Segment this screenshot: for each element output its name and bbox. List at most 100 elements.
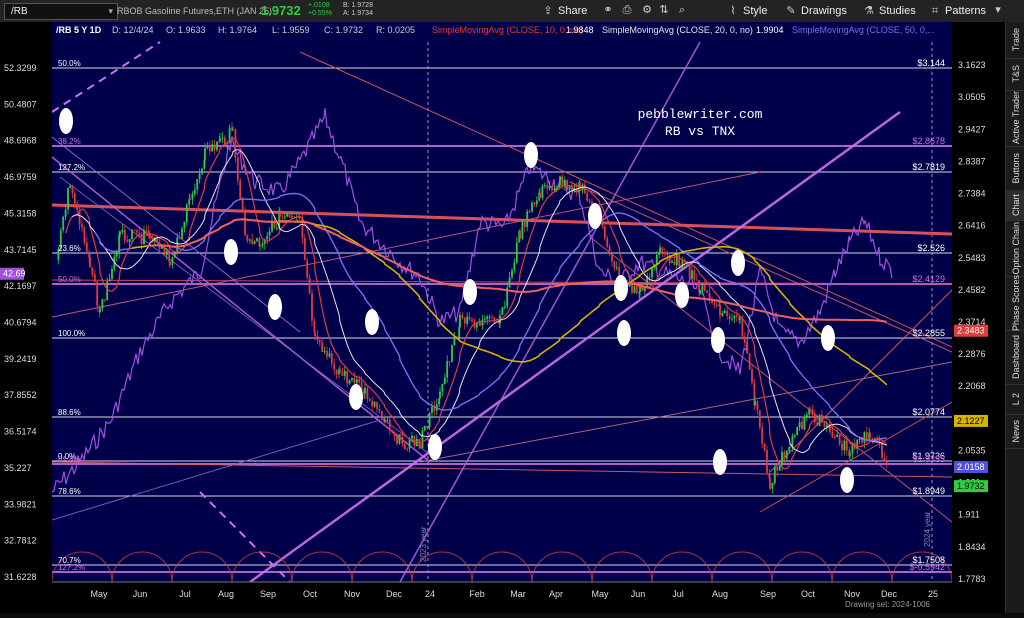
candle-body (283, 216, 286, 218)
sync-icon[interactable]: ⇅ (656, 2, 672, 19)
candle-body (459, 315, 461, 328)
symbol-input[interactable]: /RB ▾ (4, 3, 118, 20)
candle-body (201, 168, 203, 174)
candle-body (275, 227, 278, 229)
candle-body (508, 277, 511, 288)
chart-canvas[interactable]: /RB 5 Y 1D D: 12/4/24 O: 1.9633 H: 1.9764 L:… (0, 22, 1005, 613)
tab-label: News (1010, 419, 1021, 443)
tab-label: Option Chain (1010, 221, 1021, 275)
fib-level-left-label: 50.0% (58, 59, 81, 68)
candle-body (606, 238, 609, 247)
x-axis-label: Jul (672, 589, 684, 599)
search-icon[interactable]: ⌕ (674, 2, 690, 19)
candle-body (131, 230, 133, 240)
candle-body (661, 247, 664, 254)
tab-option-chain[interactable]: Option Chain (1006, 220, 1024, 277)
x-axis-label: 24 (425, 589, 435, 599)
patterns-button[interactable]: ⌗ Patterns (928, 3, 986, 19)
candle-body (551, 185, 553, 191)
print-icon[interactable]: ⎙ (619, 2, 635, 19)
candle-body (766, 450, 768, 473)
tab-active-trader[interactable]: Active Trader (1006, 90, 1024, 147)
candle-body (836, 434, 839, 438)
candle-body (426, 425, 429, 429)
candle-body (671, 261, 673, 264)
cycle-marker-oval (524, 142, 538, 168)
header-study-3: SimpleMovingAvg (CLOSE, 50, 0,... (792, 25, 935, 35)
chart-panel[interactable]: /RB 5 Y 1D D: 12/4/24 O: 1.9633 H: 1.9764 L:… (0, 22, 1005, 613)
candle-body (384, 420, 386, 422)
candle-body (446, 361, 449, 378)
price-marker-text-1: 2.3483 (957, 326, 985, 336)
link-icon[interactable]: ⚭ (600, 2, 616, 19)
candle-body (829, 426, 831, 432)
right-axis-tick: 2.5483 (958, 253, 986, 263)
candle-body (809, 408, 811, 410)
candle-body (91, 267, 94, 275)
drawings-label: Drawings (801, 5, 847, 17)
candle-body (743, 336, 746, 343)
candle-body (776, 467, 779, 471)
drawings-button[interactable]: ✎ Drawings (784, 3, 847, 19)
right-axis-tick: 3.0505 (958, 92, 986, 102)
tab-chart[interactable]: Chart (1006, 190, 1024, 221)
candle-body (96, 281, 99, 307)
style-button[interactable]: ⌇ Style (726, 3, 767, 19)
tab-dashboard[interactable]: Dashboard (1006, 330, 1024, 385)
candle-body (165, 251, 168, 255)
cycle-marker-oval (59, 108, 73, 134)
candle-body (391, 430, 394, 433)
tab-buttons[interactable]: Buttons (1006, 146, 1024, 191)
header-study-1: SimpleMovingAvg (CLOSE, 10, 0, no) (432, 25, 583, 35)
candle-body (348, 380, 351, 384)
candle-body (234, 129, 237, 158)
ask-value: A: 1.9734 (343, 10, 373, 17)
candle-body (351, 378, 353, 381)
chevron-down-icon[interactable]: ▾ (108, 4, 113, 19)
candle-body (719, 304, 721, 316)
candle-body (181, 228, 183, 239)
candle-body (126, 240, 129, 243)
fib-level-right-label: $2.0774 (912, 407, 945, 417)
tab-news[interactable]: News (1006, 414, 1024, 449)
candle-body (380, 411, 383, 417)
candle-body (236, 157, 239, 181)
candle-body (858, 439, 861, 441)
candle-body (101, 299, 104, 309)
year-label: 2023 year (419, 526, 428, 562)
tab-t-s[interactable]: T&S (1006, 58, 1024, 91)
candle-body (711, 300, 713, 303)
studies-button[interactable]: ⚗ Studies (862, 3, 916, 19)
x-axis-label: Dec (881, 589, 898, 599)
fib-level-left-label: 78.6% (58, 487, 81, 496)
candle-body (883, 457, 886, 462)
candle-body (758, 410, 761, 428)
left-axis-tick: 46.9759 (4, 172, 37, 182)
candle-body (115, 253, 118, 257)
candle-body (735, 315, 738, 317)
x-axis-label: Sep (760, 589, 776, 599)
right-axis-tick: 2.0535 (958, 446, 986, 456)
bid-ask: B: 1.9728 A: 1.9734 (343, 2, 373, 18)
chevron-down-icon[interactable]: ▾ (990, 2, 1006, 19)
candle-body (411, 435, 413, 439)
candle-body (805, 414, 808, 417)
candle-body (825, 425, 828, 427)
candle-body (458, 327, 461, 338)
tab-trade[interactable]: Trade (1006, 22, 1024, 59)
right-axis-tick: 2.2876 (958, 349, 986, 359)
candle-body (321, 342, 324, 352)
candle-body (279, 212, 281, 217)
change-value: +.0108 (308, 2, 330, 9)
candle-body (615, 267, 618, 269)
candle-body (396, 435, 398, 444)
candle-body (143, 230, 145, 244)
tab-phase-scores[interactable]: Phase Scores (1006, 275, 1024, 331)
tab-l-2[interactable]: L 2 (1006, 384, 1024, 415)
cycle-marker-oval (675, 282, 689, 308)
share-button[interactable]: ⇪ Share (541, 3, 587, 19)
price-marker-text-2: 2.1227 (957, 416, 985, 426)
candle-body (821, 414, 823, 423)
candle-body (196, 179, 199, 190)
gear-icon[interactable]: ⚙ (639, 2, 655, 19)
